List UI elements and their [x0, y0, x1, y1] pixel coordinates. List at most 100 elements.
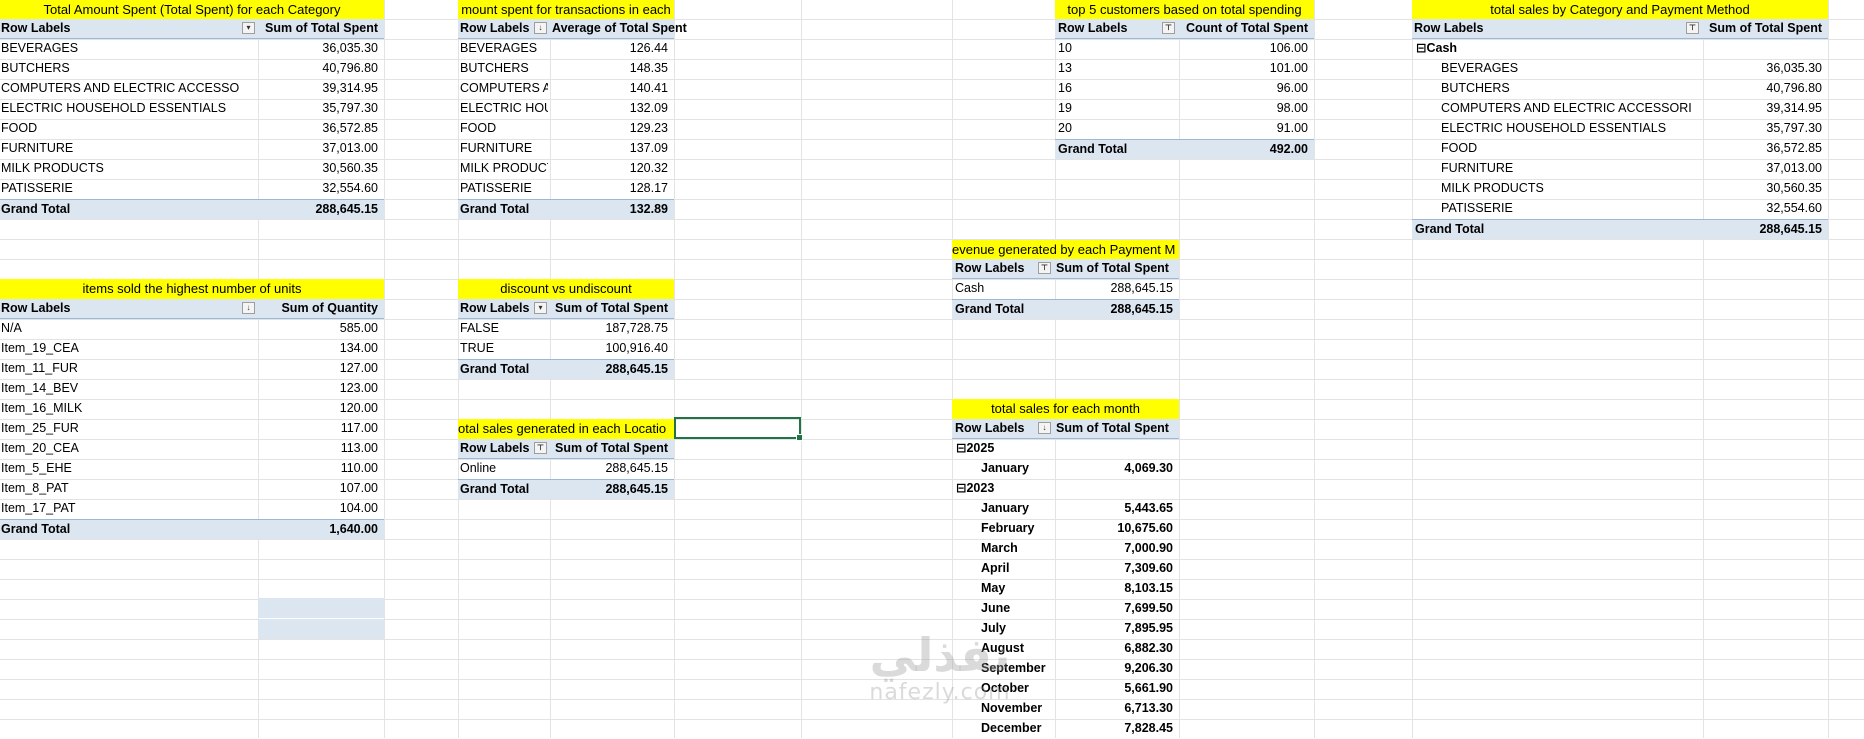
collapse-icon[interactable]: ⊟: [1416, 41, 1426, 55]
filter-active-icon[interactable]: ⊤: [1686, 22, 1699, 34]
pivot-row[interactable]: Cash 288,645.15: [952, 279, 1179, 299]
pivot-row[interactable]: COMPUTERS AND ELECTRIC ACCESSORIES 39,314…: [0, 79, 384, 99]
grand-total-row[interactable]: Grand Total 492.00: [1055, 139, 1314, 159]
row-labels-header[interactable]: Row Labels: [0, 19, 241, 39]
pivot-row[interactable]: FOOD 129.23: [458, 119, 674, 139]
sort-filter-icon[interactable]: ↓: [242, 302, 255, 314]
year-group-row[interactable]: ⊟2023: [952, 479, 1179, 499]
pivot-row[interactable]: Online 288,645.15: [458, 459, 674, 479]
pivot-row[interactable]: ELECTRIC HOUSEHOLD ESSENTIALS 35,797.30: [0, 99, 384, 119]
pivot-row[interactable]: N/A 585.00: [0, 319, 384, 339]
pivot-row[interactable]: COMPUTERS AND ELECTRIC ACCESSORIES 140.41: [458, 79, 674, 99]
pivot-row[interactable]: BEVERAGES 36,035.30: [0, 39, 384, 59]
pivot-row[interactable]: PATISSERIE 128.17: [458, 179, 674, 199]
grand-total-row[interactable]: Grand Total 288,645.15: [0, 199, 384, 219]
filter-active-icon[interactable]: ⊤: [1162, 22, 1175, 34]
pivot-row[interactable]: Item_5_EHE 110.00: [0, 459, 384, 479]
pivot-title-category[interactable]: Total Amount Spent (Total Spent) for eac…: [0, 0, 384, 20]
grand-total-row[interactable]: Grand Total 288,645.15: [1412, 219, 1828, 239]
pivot-row[interactable]: MILK PRODUCTS 120.32: [458, 159, 674, 179]
pivot-row[interactable]: October 5,661.90: [952, 679, 1179, 699]
pivot-row[interactable]: July 7,895.95: [952, 619, 1179, 639]
pivot-row[interactable]: Item_17_PAT 104.00: [0, 499, 384, 519]
pivot-row[interactable]: TRUE 100,916.40: [458, 339, 674, 359]
pivot-row[interactable]: FOOD 36,572.85: [0, 119, 384, 139]
pivot-row[interactable]: BUTCHERS 40,796.80: [0, 59, 384, 79]
value-header[interactable]: Sum of Quantity: [258, 299, 384, 319]
pivot-row[interactable]: FALSE 187,728.75: [458, 319, 674, 339]
shaded-cell[interactable]: [258, 619, 384, 639]
grand-total-row[interactable]: Grand Total 288,645.15: [458, 359, 674, 379]
value-header[interactable]: Sum of Total Spent: [258, 19, 384, 39]
pivot-row[interactable]: PATISSERIE 32,554.60: [1412, 199, 1828, 219]
pivot-row[interactable]: MILK PRODUCTS 30,560.35: [0, 159, 384, 179]
filter-dropdown-icon[interactable]: ▾: [534, 302, 547, 314]
row-labels-header[interactable]: Row Labels: [952, 259, 1039, 279]
shaded-cell[interactable]: [258, 598, 384, 618]
fill-handle[interactable]: [796, 434, 803, 441]
pivot-row[interactable]: BEVERAGES 126.44: [458, 39, 674, 59]
row-labels-header[interactable]: Row Labels: [458, 19, 535, 39]
pivot-row[interactable]: Item_16_MILK 120.00: [0, 399, 384, 419]
pivot-row[interactable]: BEVERAGES 36,035.30: [1412, 59, 1828, 79]
value-header[interactable]: Sum of Total Spent: [1702, 19, 1828, 39]
pivot-row[interactable]: FURNITURE 37,013.00: [1412, 159, 1828, 179]
pivot-row[interactable]: MILK PRODUCTS 30,560.35: [1412, 179, 1828, 199]
selected-cell[interactable]: [674, 417, 803, 441]
pivot-row[interactable]: FOOD 36,572.85: [1412, 139, 1828, 159]
collapse-icon[interactable]: ⊟: [956, 481, 966, 495]
pivot-row[interactable]: February 10,675.60: [952, 519, 1179, 539]
grand-total-row[interactable]: Grand Total 288,645.15: [952, 299, 1179, 319]
pivot-row[interactable]: January 5,443.65: [952, 499, 1179, 519]
pivot-title-monthly[interactable]: total sales for each month: [952, 399, 1179, 419]
pivot-row[interactable]: 20 91.00: [1055, 119, 1314, 139]
row-labels-header[interactable]: Row Labels: [0, 299, 241, 319]
pivot-row[interactable]: BUTCHERS 148.35: [458, 59, 674, 79]
pivot-row[interactable]: 16 96.00: [1055, 79, 1314, 99]
year-group-row[interactable]: ⊟2025: [952, 439, 1179, 459]
group-row-cash[interactable]: ⊟Cash: [1412, 39, 1828, 59]
pivot-title-customers[interactable]: top 5 customers based on total spending: [1055, 0, 1314, 20]
filter-dropdown-icon[interactable]: ▾: [242, 22, 255, 34]
value-header[interactable]: Sum of Total Spent: [1055, 419, 1180, 439]
filter-active-icon[interactable]: ⊤: [1038, 262, 1051, 274]
row-labels-header[interactable]: Row Labels: [458, 299, 535, 319]
pivot-title-discount[interactable]: discount vs undiscount: [458, 279, 674, 299]
value-header[interactable]: Sum of Total Spent: [548, 439, 674, 459]
pivot-row[interactable]: Item_8_PAT 107.00: [0, 479, 384, 499]
pivot-row[interactable]: FURNITURE 137.09: [458, 139, 674, 159]
pivot-title-items[interactable]: items sold the highest number of units: [0, 279, 384, 299]
collapse-icon[interactable]: ⊟: [956, 441, 966, 455]
pivot-row[interactable]: BUTCHERS 40,796.80: [1412, 79, 1828, 99]
row-labels-header[interactable]: Row Labels: [458, 439, 535, 459]
row-labels-header[interactable]: Row Labels: [1055, 19, 1163, 39]
pivot-row[interactable]: COMPUTERS AND ELECTRIC ACCESSORIES 39,314…: [1412, 99, 1828, 119]
pivot-row[interactable]: ELECTRIC HOUSEHOLD ESSENTIALS 35,797.30: [1412, 119, 1828, 139]
pivot-row[interactable]: FURNITURE 37,013.00: [0, 139, 384, 159]
pivot-row[interactable]: April 7,309.60: [952, 559, 1179, 579]
pivot-row[interactable]: Item_14_BEV 123.00: [0, 379, 384, 399]
pivot-row[interactable]: Item_19_CEA 134.00: [0, 339, 384, 359]
sort-filter-icon[interactable]: ↓: [534, 22, 547, 34]
pivot-row[interactable]: Item_11_FUR 127.00: [0, 359, 384, 379]
pivot-row[interactable]: 19 98.00: [1055, 99, 1314, 119]
pivot-title-location[interactable]: otal sales generated in each Locatio: [458, 419, 674, 439]
pivot-row[interactable]: January 4,069.30: [952, 459, 1179, 479]
pivot-row[interactable]: ELECTRIC HOUSEHOLD ESSENTIALS 132.09: [458, 99, 674, 119]
pivot-row[interactable]: 10 106.00: [1055, 39, 1314, 59]
pivot-row[interactable]: June 7,699.50: [952, 599, 1179, 619]
pivot-row[interactable]: December 7,828.45: [952, 719, 1179, 739]
sort-filter-icon[interactable]: ↓: [1038, 422, 1051, 434]
pivot-row[interactable]: May 8,103.15: [952, 579, 1179, 599]
grand-total-row[interactable]: Grand Total 1,640.00: [0, 519, 384, 539]
value-header[interactable]: Sum of Total Spent: [548, 299, 674, 319]
pivot-row[interactable]: Item_20_CEA 113.00: [0, 439, 384, 459]
pivot-title-category-payment[interactable]: total sales by Category and Payment Meth…: [1412, 0, 1828, 20]
row-labels-header[interactable]: Row Labels: [1412, 19, 1684, 39]
value-header[interactable]: Sum of Total Spent: [1055, 259, 1180, 279]
value-header[interactable]: Count of Total Spent: [1179, 19, 1314, 39]
pivot-title-payment[interactable]: evenue generated by each Payment M: [952, 240, 1179, 260]
sort-filter-icon[interactable]: ⊤: [534, 442, 547, 454]
pivot-row[interactable]: 13 101.00: [1055, 59, 1314, 79]
pivot-row[interactable]: Item_25_FUR 117.00: [0, 419, 384, 439]
